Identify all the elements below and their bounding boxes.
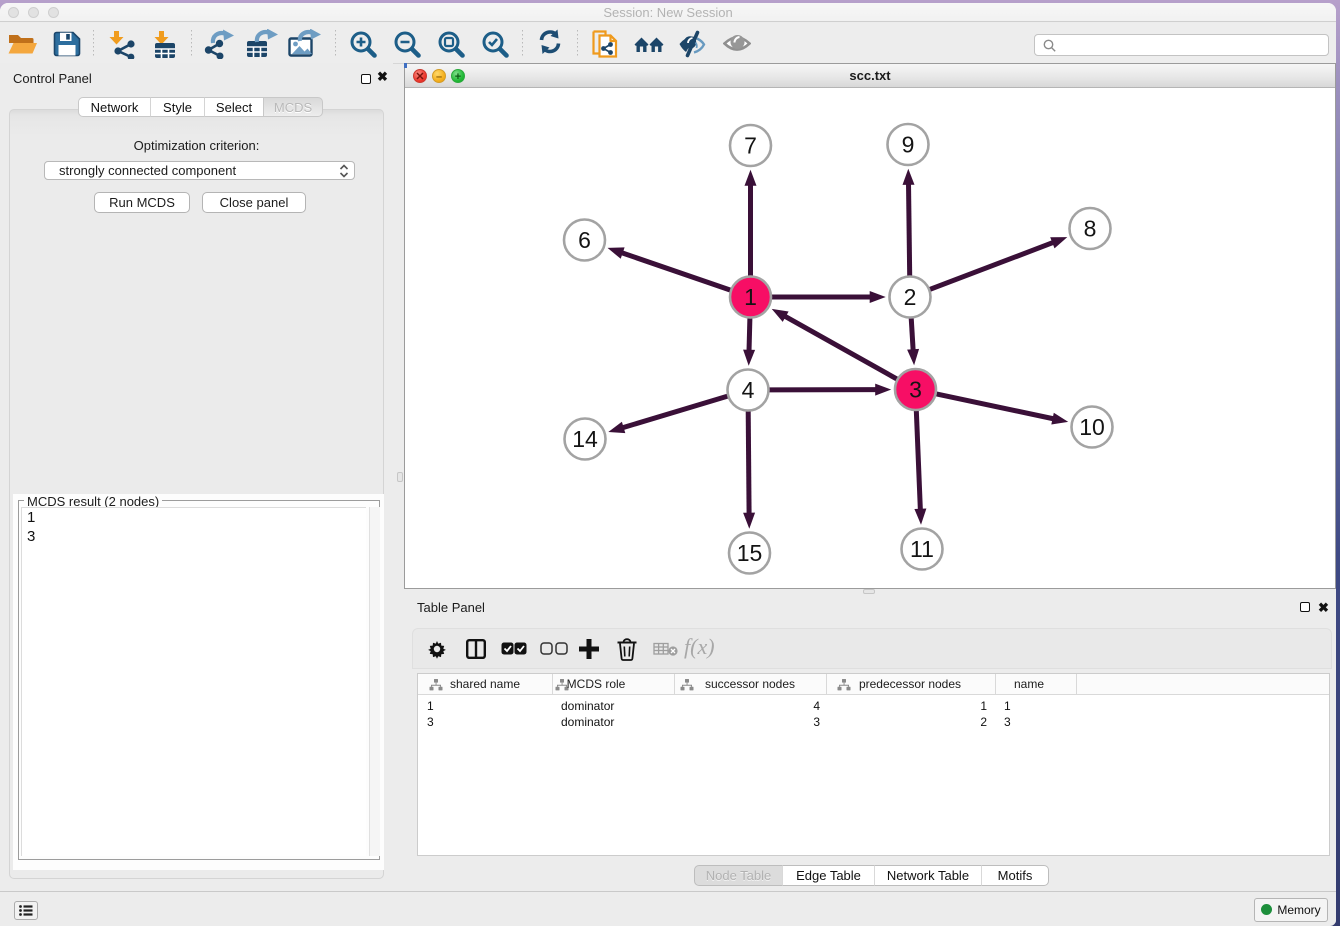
svg-text:10: 10	[1079, 414, 1105, 440]
svg-text:9: 9	[902, 132, 915, 158]
svg-text:4: 4	[742, 377, 755, 403]
svg-text:14: 14	[572, 426, 598, 452]
svg-text:2: 2	[904, 284, 917, 310]
svg-text:15: 15	[737, 540, 763, 566]
svg-text:11: 11	[910, 536, 934, 562]
svg-text:1: 1	[744, 284, 757, 310]
svg-text:8: 8	[1084, 216, 1097, 242]
svg-text:3: 3	[909, 377, 922, 403]
svg-text:6: 6	[578, 227, 591, 253]
svg-text:7: 7	[744, 133, 757, 159]
